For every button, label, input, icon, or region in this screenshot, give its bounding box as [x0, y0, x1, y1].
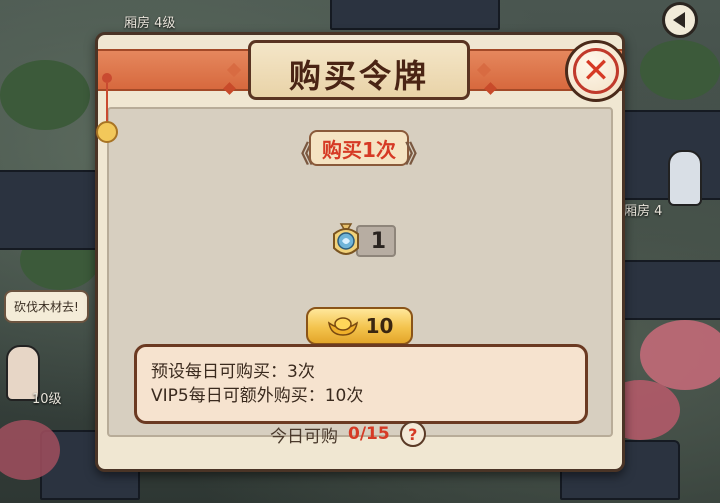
- purchase-count-label: 购买1次: [322, 137, 396, 162]
- question-mark-icon: ?: [408, 424, 418, 444]
- today-purchase-count: 今日可购 0/15 ?: [270, 420, 426, 448]
- purchase-limit-info: 预设每日可购买：3次 VIP5每日可额外购买：10次: [134, 344, 588, 424]
- price-value: 10: [365, 314, 394, 338]
- gold-ingot-icon: [327, 317, 358, 336]
- purchase-count-pill[interactable]: 购买1次: [309, 130, 409, 166]
- building-level-label[interactable]: 厢房 4: [624, 200, 662, 219]
- ornament-diamond-icon: [223, 82, 236, 95]
- today-label: 今日可购: [270, 426, 338, 447]
- close-icon: ✕: [573, 48, 619, 94]
- speech-bubble[interactable]: 砍伐木材去!: [4, 290, 89, 323]
- dialog-title: 购买令牌: [288, 57, 429, 95]
- title-plate: 购买令牌: [248, 40, 470, 100]
- reward-item[interactable]: 1: [328, 220, 398, 262]
- npc-character[interactable]: [668, 150, 702, 206]
- info-line-vip-limit: VIP5每日可额外购买：10次: [151, 386, 364, 406]
- building-level-label[interactable]: 厢房 4级: [124, 12, 175, 31]
- scene-building-roof: [620, 260, 720, 320]
- close-button[interactable]: ✕: [565, 40, 627, 102]
- token-icon: [333, 223, 359, 255]
- scene-bush: [640, 40, 720, 100]
- tassel-ornament-icon: [96, 73, 120, 153]
- scene-building-roof: [330, 0, 500, 30]
- today-value: 0/15: [348, 424, 390, 444]
- back-arrow-button[interactable]: [662, 2, 698, 38]
- bracket-right-icon: 》: [405, 140, 429, 168]
- ornament-diamond-icon: [484, 82, 497, 95]
- help-button[interactable]: ?: [399, 421, 426, 447]
- purchase-count-tab[interactable]: 《 购买1次 》: [289, 128, 429, 170]
- scene-bush: [0, 60, 90, 130]
- buy-price-button[interactable]: 10: [306, 307, 413, 345]
- npc-level-label: 10级: [32, 392, 62, 407]
- cherry-tree: [640, 320, 720, 390]
- info-line-default-limit: 预设每日可购买：3次: [151, 362, 315, 382]
- back-arrow-icon: [672, 12, 685, 28]
- scene-building-roof: [0, 170, 100, 250]
